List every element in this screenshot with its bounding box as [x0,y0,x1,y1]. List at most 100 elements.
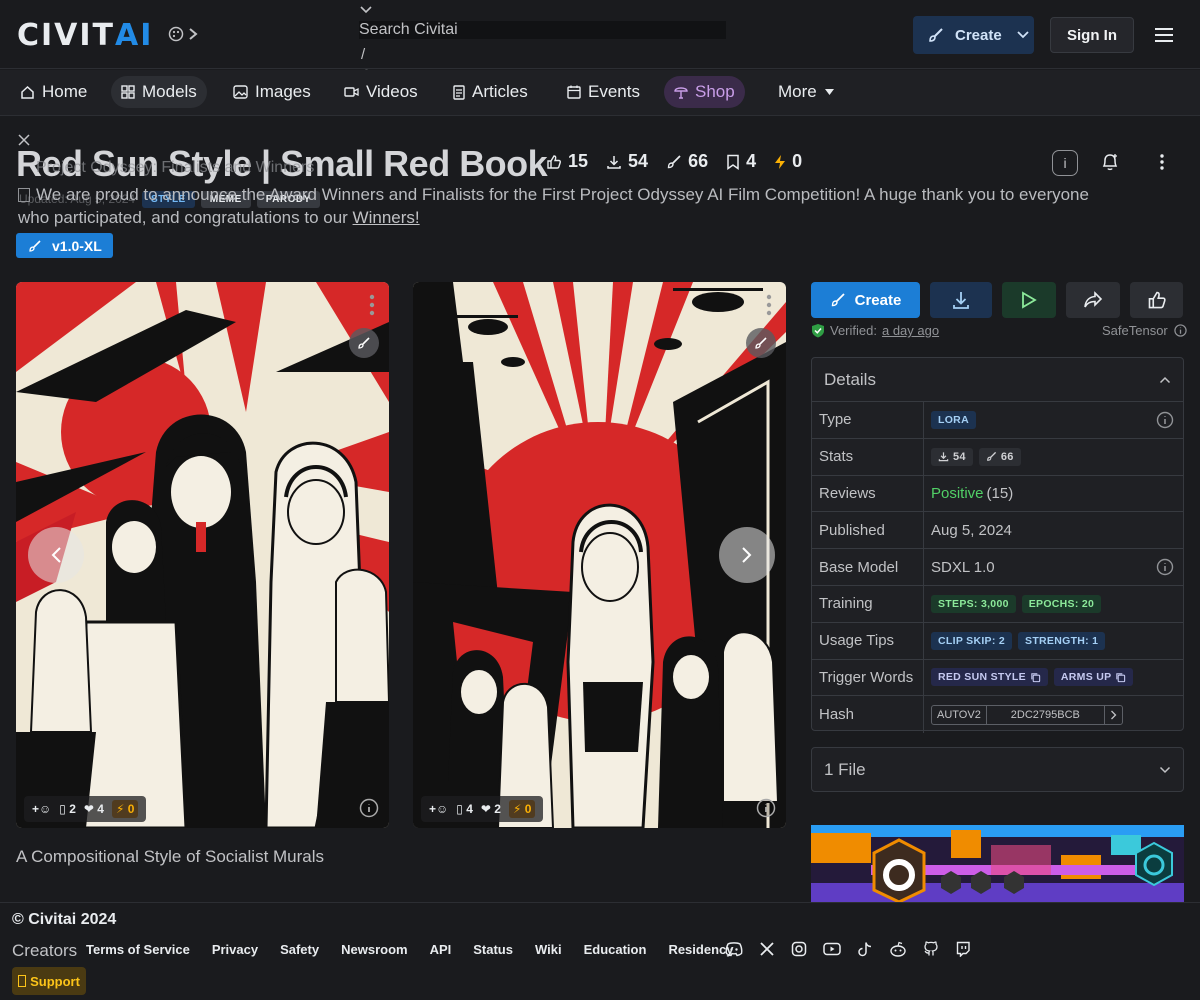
trigger-word-2[interactable]: ARMS UP [1053,668,1134,687]
share-button[interactable] [1066,282,1120,318]
create-button[interactable]: Create [913,16,1034,54]
footer-link-api[interactable]: API [430,942,452,957]
gallery-image-2[interactable]: +☺ ▯ 4 ❤ 2 ⚡ 0 [413,282,786,828]
instagram-icon[interactable] [791,941,807,957]
winners-link[interactable]: Winners! [353,208,420,227]
footer-link-status[interactable]: Status [473,942,513,957]
download-icon [953,292,969,309]
version-label: v1.0-XL [52,237,102,254]
details-row-training: Training STEPS: 3,000 EPOCHS: 20 [812,585,1183,623]
youtube-icon[interactable] [823,941,841,957]
nav-images[interactable]: Images [223,76,321,108]
nav-shop[interactable]: Shop [664,76,745,108]
chevron-up-icon [1159,376,1171,383]
image-reactions-2[interactable]: +☺ ▯ 4 ❤ 2 ⚡ 0 [421,796,544,822]
copy-icon [1116,673,1126,683]
menu-icon[interactable] [1154,26,1174,44]
chevron-down-icon[interactable] [359,4,373,16]
footer-creators-link[interactable]: Creators [12,941,77,961]
image-reactions-1[interactable]: +☺ ▯ 2 ❤ 4 ⚡ 0 [24,796,147,822]
hash-value[interactable]: 2DC2795BCB [987,705,1105,724]
info-icon[interactable] [1156,411,1174,429]
reviews-value[interactable]: Positive (15) [924,476,1183,512]
files-label: 1 File [824,759,866,779]
info-icon[interactable] [756,798,776,818]
verified-time-link[interactable]: a day ago [882,323,939,338]
twitch-icon[interactable] [955,941,971,957]
nav-articles[interactable]: Articles [443,76,538,108]
base-model-label: Base Model [812,549,924,585]
published-value: Aug 5, 2024 [931,521,1012,539]
info-icon: i [1063,155,1067,171]
comment-count: ▯ 2 [59,802,76,816]
footer-links: Terms of Service Privacy Safety Newsroom… [86,942,733,957]
details-title: Details [824,369,876,389]
nav-events[interactable]: Events [557,76,650,108]
bell-plus-icon[interactable] [1100,152,1120,172]
nav-models-label: Models [142,82,197,101]
hash-label: Hash [812,696,924,734]
trigger-word-1[interactable]: RED SUN STYLE [931,668,1048,687]
image-menu-icon[interactable] [766,294,772,316]
search-input[interactable] [359,21,726,39]
promo-banner[interactable] [811,825,1184,902]
info-icon[interactable] [1156,558,1174,576]
published-label: Published [812,512,924,549]
footer-link-newsroom[interactable]: Newsroom [341,942,407,957]
footer-link-education[interactable]: Education [584,942,647,957]
share-icon [1084,291,1103,308]
github-icon[interactable] [923,941,939,957]
details-header[interactable]: Details [812,358,1183,402]
nav-more[interactable]: More [768,76,845,108]
buzz-count: ⚡ 0 [111,800,139,818]
details-row-stats: Stats 54 66 [812,438,1183,476]
announcement-bullet [18,188,30,202]
stat-buzz: 0 [774,151,802,172]
discord-icon[interactable] [725,941,743,957]
tiktok-icon[interactable] [857,941,873,957]
info-button[interactable]: i [1052,150,1078,176]
brush-icon [755,337,767,349]
files-accordion[interactable]: 1 File [811,747,1184,792]
run-button[interactable] [1002,282,1056,318]
footer-link-residency[interactable]: Residency [668,942,733,957]
nav-home-label: Home [42,82,88,101]
like-button[interactable] [1130,282,1183,318]
sign-in-button[interactable]: Sign In [1050,17,1134,53]
stat-bookmarks-value: 4 [746,151,757,171]
footer-link-wiki[interactable]: Wiki [535,942,562,957]
chevron-down-icon [1017,31,1029,39]
civitai-logo[interactable]: CIVIT AI [17,18,153,53]
footer-link-safety[interactable]: Safety [280,942,319,957]
create-with-model-button[interactable]: Create [811,282,920,318]
hash-selector[interactable]: AUTOV2 2DC2795BCB [931,704,1123,725]
remix-button[interactable] [349,328,379,358]
reddit-icon[interactable] [889,941,907,957]
info-icon[interactable] [359,798,379,818]
more-options-icon[interactable] [1153,152,1171,172]
usage-clip-skip: CLIP SKIP: 2 [931,631,1013,650]
remix-button[interactable] [746,328,776,358]
download-button[interactable] [930,282,992,318]
support-button[interactable]: Support [12,967,86,995]
details-row-published: Published Aug 5, 2024 [812,512,1183,550]
file-format: SafeTensor [1102,323,1187,338]
logo-extras[interactable] [168,26,198,42]
next-image-button[interactable] [719,527,775,583]
bookmark-icon [727,154,739,170]
image-menu-icon[interactable] [369,294,375,316]
footer-link-privacy[interactable]: Privacy [212,942,258,957]
nav-models[interactable]: Models [111,76,207,108]
support-icon [18,975,27,987]
info-icon[interactable] [1174,324,1187,337]
nav-videos[interactable]: Videos [334,76,428,108]
nav-home[interactable]: Home [10,76,97,108]
hash-next-button[interactable] [1105,706,1122,724]
version-chip[interactable]: v1.0-XL [16,233,113,258]
stat-bookmarks: 4 [726,151,756,172]
x-icon[interactable] [759,941,775,957]
footer-link-terms[interactable]: Terms of Service [86,942,190,957]
gallery-image-1[interactable]: +☺ ▯ 2 ❤ 4 ⚡ 0 [16,282,389,828]
hash-type[interactable]: AUTOV2 [932,705,987,724]
prev-image-button[interactable] [28,527,84,583]
